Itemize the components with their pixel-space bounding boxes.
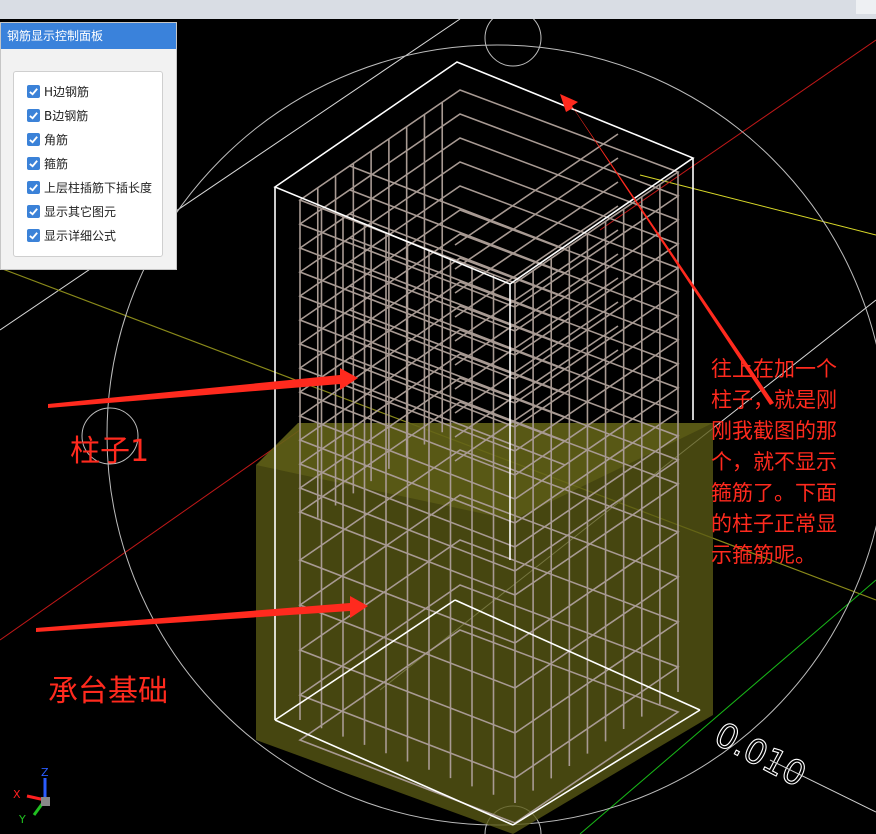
option-corner-rebar[interactable]: 角筋 (27, 130, 68, 148)
cross-tie (454, 301, 619, 414)
option-upper-dowel-length[interactable]: 上层柱插筋下插长度 (27, 178, 152, 196)
note-line: 往上在加一个 (711, 357, 837, 381)
window-top-bar (0, 0, 876, 19)
cross-tie (454, 229, 619, 342)
option-h-side-rebar[interactable]: H边钢筋 (27, 82, 89, 100)
note-line: 柱子，就是刚 (711, 388, 837, 412)
option-stirrup[interactable]: 箍筋 (27, 154, 68, 172)
options-group: H边钢筋 B边钢筋 角筋 箍筋 上层柱插筋下插长度 显示其它图元 显示详细公式 (13, 71, 163, 257)
stirrup (298, 89, 680, 284)
note-line: 示箍筋呢。 (711, 543, 816, 567)
option-show-detailed-formula[interactable]: 显示详细公式 (27, 226, 116, 244)
column-label: 柱子1 (70, 434, 150, 469)
note-line: 箍筋了。下面 (711, 481, 837, 505)
note-line: 刚我截图的那 (711, 419, 837, 443)
option-label: 显示详细公式 (44, 228, 117, 243)
arrow-to-column (48, 368, 358, 408)
cross-tie (454, 133, 619, 246)
cross-tie (454, 325, 619, 438)
checkbox-checked-icon[interactable] (27, 108, 40, 122)
rebar-display-control-panel: 钢筋显示控制面板 H边钢筋 B边钢筋 角筋 箍筋 上层柱插筋下插长度 显示其它图… (0, 22, 177, 270)
checkbox-checked-icon[interactable] (27, 84, 40, 98)
checkbox-checked-icon[interactable] (27, 228, 40, 242)
option-b-side-rebar[interactable]: B边钢筋 (27, 106, 88, 124)
axis-label-z: Z (41, 766, 49, 779)
axis-label-x: X (13, 788, 21, 801)
annotation-note: 往上在加一个 柱子，就是刚 刚我截图的那 个，就不显示 箍筋了。下面 的柱子正常… (711, 354, 837, 571)
cross-tie (454, 157, 619, 270)
cross-tie (454, 181, 619, 294)
guide-line-yellow (639, 174, 876, 236)
foundation-label: 承台基础 (48, 674, 168, 709)
guide-circle-top (484, 19, 542, 67)
cross-tie (454, 205, 619, 318)
note-line: 个，就不显示 (711, 450, 837, 474)
axis-label-y: Y (18, 813, 26, 826)
panel-title: 钢筋显示控制面板 (1, 23, 176, 49)
dimension-text: 0.010 (708, 715, 813, 796)
cross-tie (454, 277, 619, 390)
guide-line-red (0, 429, 301, 641)
window-corner (856, 0, 876, 14)
option-show-other-elements[interactable]: 显示其它图元 (27, 202, 116, 220)
option-label: H边钢筋 (44, 84, 90, 99)
option-label: 角筋 (44, 132, 69, 147)
axis-gizmo: Z X Y (13, 766, 50, 826)
option-label: 箍筋 (44, 156, 69, 171)
option-label: 上层柱插筋下插长度 (44, 180, 153, 195)
checkbox-checked-icon[interactable] (27, 156, 40, 170)
checkbox-checked-icon[interactable] (27, 132, 40, 146)
option-label: B边钢筋 (44, 108, 89, 123)
checkbox-checked-icon[interactable] (27, 180, 40, 194)
checkbox-checked-icon[interactable] (27, 204, 40, 218)
option-label: 显示其它图元 (44, 204, 117, 219)
note-line: 的柱子正常显 (711, 512, 837, 536)
